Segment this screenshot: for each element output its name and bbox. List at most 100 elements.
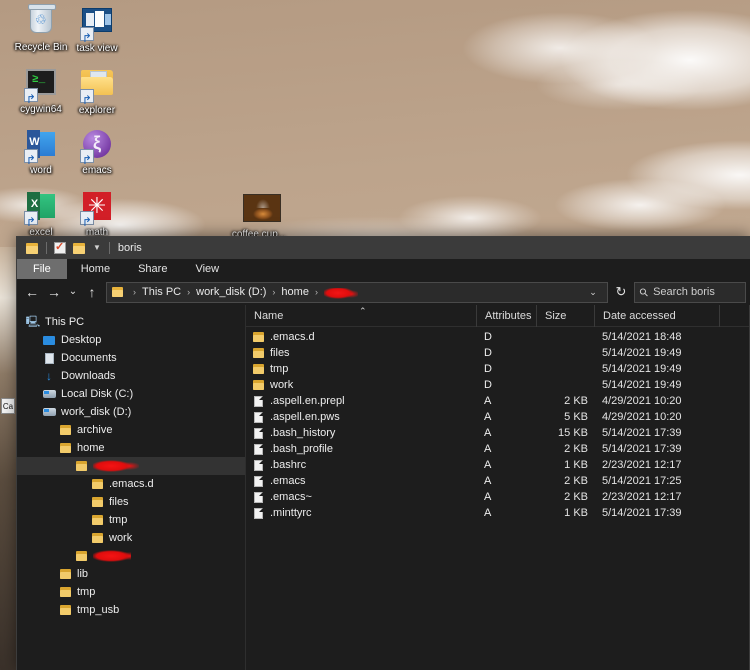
folder-icon	[80, 70, 113, 103]
table-row[interactable]: work D 5/14/2021 19:49	[246, 377, 749, 393]
nav-tree-label: This PC	[45, 316, 85, 328]
file-list-pane: Name Attributes Size Date accessed ⌃ .em…	[246, 304, 749, 670]
table-row[interactable]: .emacs.d D 5/14/2021 18:48	[246, 329, 749, 345]
folder-icon	[57, 443, 73, 453]
breadcrumb-this-pc[interactable]: This PC	[142, 286, 181, 298]
table-row[interactable]: .bash_profile A 2 KB 5/14/2021 17:39	[246, 441, 749, 457]
recent-locations-chevron-icon[interactable]: ⌄	[65, 281, 81, 303]
folder-icon	[89, 515, 105, 525]
nav-tree-item--emacs-d[interactable]: .emacs.d	[17, 475, 245, 493]
chevron-down-icon[interactable]: ▼	[93, 243, 101, 253]
cell-size: 1 KB	[564, 507, 588, 519]
file-explorer-window: ▼ boris File Home Share View ← → ⌄ ↑ › T…	[16, 236, 750, 670]
nav-tree-label: archive	[77, 424, 113, 436]
title-bar[interactable]: ▼ boris	[17, 237, 750, 259]
nav-tree-item-work-disk-d-[interactable]: work_disk (D:)	[17, 403, 245, 421]
search-icon: ⚲	[637, 285, 652, 300]
search-input[interactable]: ⚲ Search boris	[634, 281, 746, 303]
cell-size: 15 KB	[558, 427, 588, 439]
column-header-size[interactable]: Size	[536, 304, 594, 327]
column-header-attributes[interactable]: Attributes	[476, 304, 536, 327]
column-header-date-accessed[interactable]: Date accessed	[594, 304, 719, 327]
table-row[interactable]: .aspell.en.pws A 5 KB 4/29/2021 10:20	[246, 409, 749, 425]
cell-name: .bash_profile	[270, 443, 333, 455]
nav-tree-item-documents[interactable]: Documents	[17, 349, 245, 367]
up-arrow-icon[interactable]: ↑	[81, 281, 103, 303]
breadcrumb-home[interactable]: home	[281, 286, 309, 298]
table-row[interactable]: .minttyrc A 1 KB 5/14/2021 17:39	[246, 505, 749, 521]
nav-tree-item-desktop[interactable]: Desktop	[17, 331, 245, 349]
table-row[interactable]: .emacs A 2 KB 5/14/2021 17:25	[246, 473, 749, 489]
nav-tree-label-redacted	[93, 460, 139, 472]
cell-size: 2 KB	[564, 443, 588, 455]
file-icon	[246, 459, 270, 471]
nav-tree-item-tmp-usb[interactable]: tmp_usb	[17, 601, 245, 619]
nav-tree-item-tmp[interactable]: tmp	[17, 511, 245, 529]
nav-tree-label: .emacs.d	[109, 478, 154, 490]
file-icon	[246, 411, 270, 423]
nav-tree-item-lib[interactable]: lib	[17, 565, 245, 583]
properties-icon[interactable]	[54, 240, 66, 254]
nav-tree-item-files[interactable]: files	[17, 493, 245, 511]
breadcrumb-work-disk[interactable]: work_disk (D:)	[196, 286, 266, 298]
table-row[interactable]: .aspell.en.prepl A 2 KB 4/29/2021 10:20	[246, 393, 749, 409]
table-row[interactable]: .bashrc A 1 KB 2/23/2021 12:17	[246, 457, 749, 473]
table-row[interactable]: .bash_history A 15 KB 5/14/2021 17:39	[246, 425, 749, 441]
nav-tree-label-redacted	[93, 550, 131, 562]
nav-tree-item-redacted[interactable]	[17, 457, 245, 475]
nav-tree-item-home[interactable]: home	[17, 439, 245, 457]
desktop-icon	[41, 335, 57, 345]
window-title: boris	[117, 242, 142, 254]
nav-tree-item-downloads[interactable]: ↓ Downloads	[17, 367, 245, 385]
nav-tree-item-this-pc[interactable]: 🖳 This PC	[17, 313, 245, 331]
cell-attributes: D	[484, 363, 492, 375]
new-folder-icon[interactable]	[73, 242, 85, 254]
desktop-icon-coffee-cup[interactable]: coffee cup...	[222, 192, 296, 240]
cell-date-accessed: 4/29/2021 10:20	[602, 411, 682, 423]
address-bar-row: ← → ⌄ ↑ › This PC › work_disk (D:) › hom…	[17, 279, 750, 305]
cell-name: .bashrc	[270, 459, 307, 471]
column-header-overflow[interactable]	[719, 304, 749, 327]
desktop-icon-label: emacs	[82, 165, 112, 176]
folder-icon	[57, 569, 73, 579]
nav-tree-item-tmp[interactable]: tmp	[17, 583, 245, 601]
cell-attributes: A	[484, 491, 492, 503]
nav-tree-item-work[interactable]: work	[17, 529, 245, 547]
nav-tree-label: Desktop	[61, 334, 102, 346]
tab-share[interactable]: Share	[124, 259, 181, 279]
navigation-pane[interactable]: 🖳 This PC Desktop Documents ↓ Downloads Local …	[17, 305, 246, 670]
breadcrumb-redacted[interactable]	[323, 287, 358, 299]
tab-file[interactable]: File	[17, 259, 67, 279]
cell-size: 1 KB	[564, 459, 588, 471]
file-rows[interactable]: .emacs.d D 5/14/2021 18:48 files D 5/14/2021 …	[246, 327, 749, 670]
desktop-icon-partially-hidden[interactable]: Ca	[1, 398, 15, 414]
cell-attributes: A	[484, 427, 492, 439]
mathematica-icon	[80, 192, 113, 225]
folder-icon[interactable]	[26, 242, 38, 254]
tab-view[interactable]: View	[181, 259, 233, 279]
drive-icon	[41, 408, 57, 416]
refresh-icon[interactable]: ↻	[611, 284, 631, 300]
cell-date-accessed: 5/14/2021 19:49	[602, 347, 682, 359]
window-body: 🖳 This PC Desktop Documents ↓ Downloads Local …	[17, 304, 750, 670]
address-bar[interactable]: › This PC › work_disk (D:) › home › ⌄	[106, 281, 608, 303]
chevron-down-icon[interactable]: ⌄	[584, 287, 602, 298]
desktop-icon-emacs[interactable]: emacs	[60, 128, 134, 176]
table-row[interactable]: tmp D 5/14/2021 19:49	[246, 361, 749, 377]
table-row[interactable]: .emacs~ A 2 KB 2/23/2021 12:17	[246, 489, 749, 505]
folder-icon	[89, 479, 105, 489]
cell-name: .bash_history	[270, 427, 336, 439]
desktop-icon-explorer[interactable]: explorer	[60, 66, 134, 116]
folder-icon	[246, 380, 270, 390]
desktop-icon-math[interactable]: math	[60, 190, 134, 238]
nav-tree-item-local-disk-c-[interactable]: Local Disk (C:)	[17, 385, 245, 403]
cell-name: files	[270, 347, 290, 359]
tab-home[interactable]: Home	[67, 259, 124, 279]
desktop-icon-task-view[interactable]: task view	[60, 4, 134, 54]
forward-arrow-icon[interactable]: →	[43, 281, 65, 303]
back-arrow-icon[interactable]: ←	[21, 281, 43, 303]
table-row[interactable]: files D 5/14/2021 19:49	[246, 345, 749, 361]
folder-icon	[73, 461, 89, 471]
nav-tree-item-archive[interactable]: archive	[17, 421, 245, 439]
nav-tree-item-redacted[interactable]	[17, 547, 245, 565]
